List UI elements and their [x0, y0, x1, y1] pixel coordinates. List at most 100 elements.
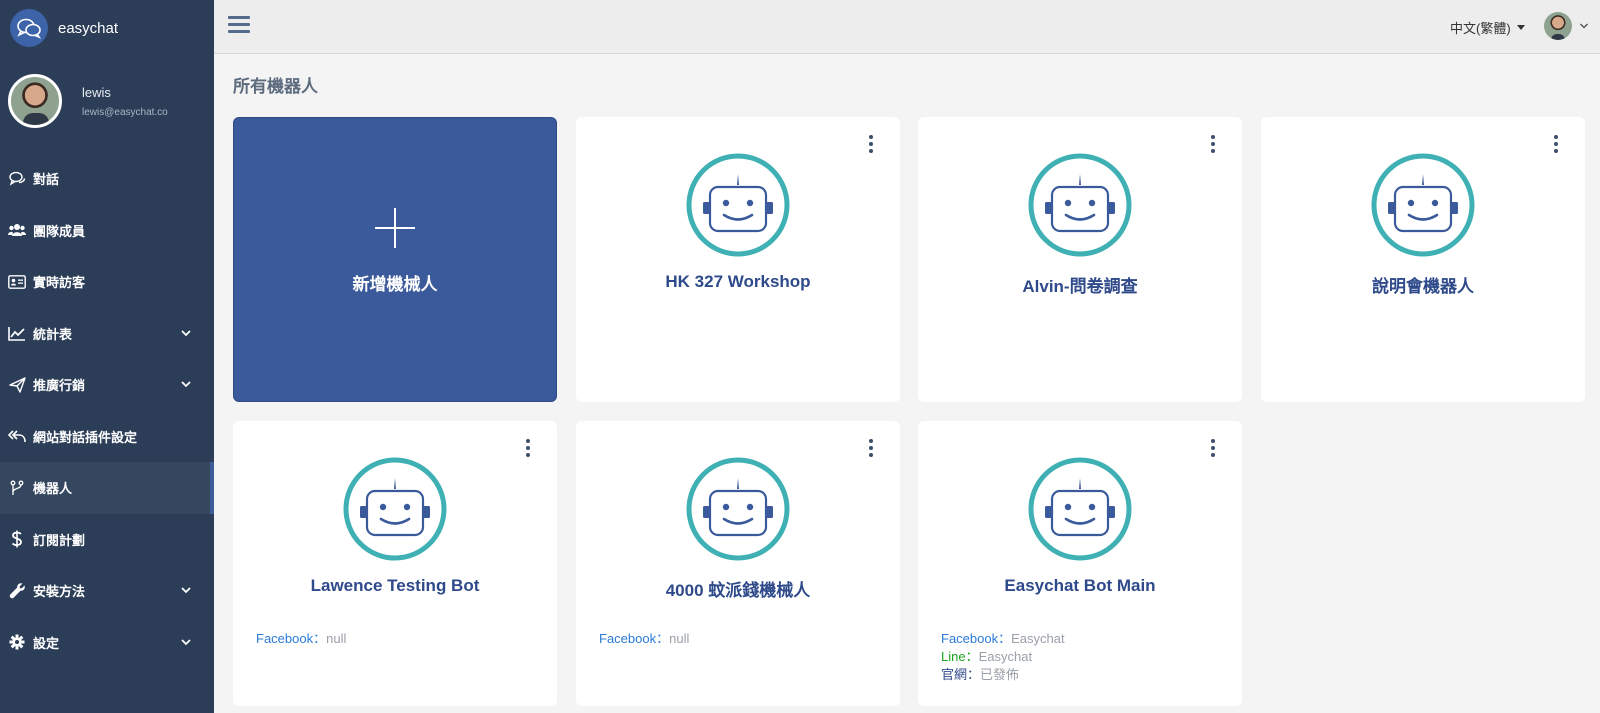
chevron-down-icon	[181, 329, 191, 336]
chevron-down-icon	[181, 587, 191, 594]
menu-toggle-icon[interactable]	[228, 16, 250, 34]
chat-bubbles-icon	[10, 9, 48, 47]
bot-name: HK 327 Workshop	[665, 272, 811, 291]
bot-card[interactable]: HK 327 Workshop	[576, 117, 900, 402]
channel-label[interactable]: Facebook	[256, 631, 313, 646]
sidebar-item-statistics[interactable]: 統計表	[0, 308, 214, 360]
channel-value: null	[669, 631, 690, 646]
channel-list: Facebook：null	[256, 630, 346, 648]
more-options-icon[interactable]	[868, 439, 874, 457]
sidebar-item-installation[interactable]: 安裝方法	[0, 565, 214, 617]
sidebar-item-subscription[interactable]: 訂閱計劃	[0, 514, 214, 566]
sidebar-nav: 對話 團隊成員 實時訪客 統計表 推廣行銷 網站對話插件設定 機器人 訂閱計劃 …	[0, 153, 214, 668]
robot-icon	[1028, 153, 1132, 257]
channel-list: Facebook：null	[599, 630, 689, 648]
caret-down-icon	[1516, 25, 1525, 30]
sidebar-item-widget-settings[interactable]: 網站對話插件設定	[0, 411, 214, 463]
bot-name: Lawence Testing Bot	[310, 576, 480, 595]
bot-name: Alvin-問卷調查	[1022, 277, 1138, 296]
sidebar-item-bots[interactable]: 機器人	[0, 462, 214, 514]
channel-value: null	[326, 631, 347, 646]
robot-icon	[343, 457, 447, 561]
robot-icon	[686, 457, 790, 561]
channel-value: 已發佈	[980, 667, 1020, 682]
more-options-icon[interactable]	[525, 439, 531, 457]
user-avatar[interactable]	[1544, 12, 1572, 40]
line-chart-icon	[8, 324, 26, 342]
add-bot-card[interactable]: 新增機械人	[233, 117, 557, 402]
sidebar-item-label: 統計表	[33, 326, 73, 342]
paper-plane-icon	[8, 376, 26, 394]
team-icon	[8, 221, 26, 239]
language-selector[interactable]: 中文(繁體)	[1450, 18, 1525, 37]
brand[interactable]: easychat	[0, 0, 214, 56]
bot-card[interactable]: Alvin-問卷調查	[918, 117, 1242, 402]
more-options-icon[interactable]	[1210, 439, 1216, 457]
robot-icon	[686, 153, 790, 257]
sidebar-item-marketing[interactable]: 推廣行銷	[0, 359, 214, 411]
bot-name: 4000 蚊派錢機械人	[665, 581, 811, 600]
chevron-down-icon	[181, 638, 191, 645]
bot-name: 說明會機器人	[1372, 277, 1474, 296]
robot-icon	[1371, 153, 1475, 257]
sidebar-item-label: 網站對話插件設定	[33, 429, 138, 445]
channel-separator: ：	[967, 667, 981, 682]
channel-list: Facebook：Easychat Line：Easychat 官網：已發佈	[941, 630, 1065, 684]
bot-name: Easychat Bot Main	[1004, 576, 1156, 595]
user-profile[interactable]: lewis lewis@easychat.co	[0, 56, 214, 146]
bot-card[interactable]: 4000 蚊派錢機械人 Facebook：null	[576, 421, 900, 706]
channel-row: Facebook：Easychat	[941, 630, 1065, 648]
reply-all-icon	[8, 427, 26, 445]
gear-icon	[8, 633, 26, 651]
sidebar-item-label: 設定	[33, 635, 60, 651]
branch-icon	[8, 479, 26, 497]
bot-card[interactable]: Easychat Bot Main Facebook：Easychat Line…	[918, 421, 1242, 706]
sidebar-item-label: 推廣行銷	[33, 378, 86, 394]
more-options-icon[interactable]	[1553, 135, 1559, 153]
user-name: lewis	[82, 84, 111, 100]
more-options-icon[interactable]	[1210, 135, 1216, 153]
sidebar-item-settings[interactable]: 設定	[0, 617, 214, 669]
channel-row: 官網：已發佈	[941, 666, 1065, 684]
topbar: 中文(繁體)	[214, 0, 1600, 54]
bot-card[interactable]: 說明會機器人	[1261, 117, 1585, 402]
dollar-icon	[8, 530, 26, 548]
sidebar-item-label: 機器人	[33, 481, 73, 497]
channel-value: Easychat	[978, 649, 1033, 664]
avatar	[8, 74, 62, 128]
page-title: 所有機器人	[233, 77, 318, 96]
sidebar-item-team[interactable]: 團隊成員	[0, 205, 214, 257]
channel-label[interactable]: Facebook	[941, 631, 998, 646]
channel-label[interactable]: Line	[941, 649, 966, 664]
channel-separator: ：	[656, 631, 670, 646]
channel-value: Easychat	[1011, 631, 1065, 646]
channel-row: Line：Easychat	[941, 648, 1065, 666]
sidebar-item-label: 對話	[33, 172, 60, 188]
sidebar-item-conversations[interactable]: 對話	[0, 153, 214, 205]
brand-name: easychat	[58, 19, 119, 37]
chevron-down-icon[interactable]	[1579, 21, 1589, 31]
chat-icon	[8, 170, 26, 188]
user-email: lewis@easychat.co	[82, 106, 168, 118]
add-bot-label: 新增機械人	[352, 275, 438, 294]
id-card-icon	[8, 273, 26, 291]
channel-separator: ：	[313, 631, 327, 646]
channel-label[interactable]: Facebook	[599, 631, 656, 646]
channel-label[interactable]: 官網	[941, 667, 967, 682]
sidebar-item-label: 團隊成員	[33, 223, 86, 239]
language-label: 中文(繁體)	[1450, 21, 1511, 36]
channel-row: Facebook：null	[256, 630, 346, 648]
sidebar-item-label: 安裝方法	[33, 584, 86, 600]
robot-icon	[1028, 457, 1132, 561]
channel-separator: ：	[998, 631, 1012, 646]
wrench-icon	[8, 582, 26, 600]
plus-icon	[375, 208, 415, 248]
more-options-icon[interactable]	[868, 135, 874, 153]
user-info: lewis lewis@easychat.co	[82, 85, 168, 118]
sidebar-item-label: 實時訪客	[33, 275, 86, 291]
sidebar-item-live-visitors[interactable]: 實時訪客	[0, 256, 214, 308]
bot-card[interactable]: Lawence Testing Bot Facebook：null	[233, 421, 557, 706]
chevron-down-icon	[181, 381, 191, 388]
channel-row: Facebook：null	[599, 630, 689, 648]
channel-separator: ：	[965, 649, 979, 664]
